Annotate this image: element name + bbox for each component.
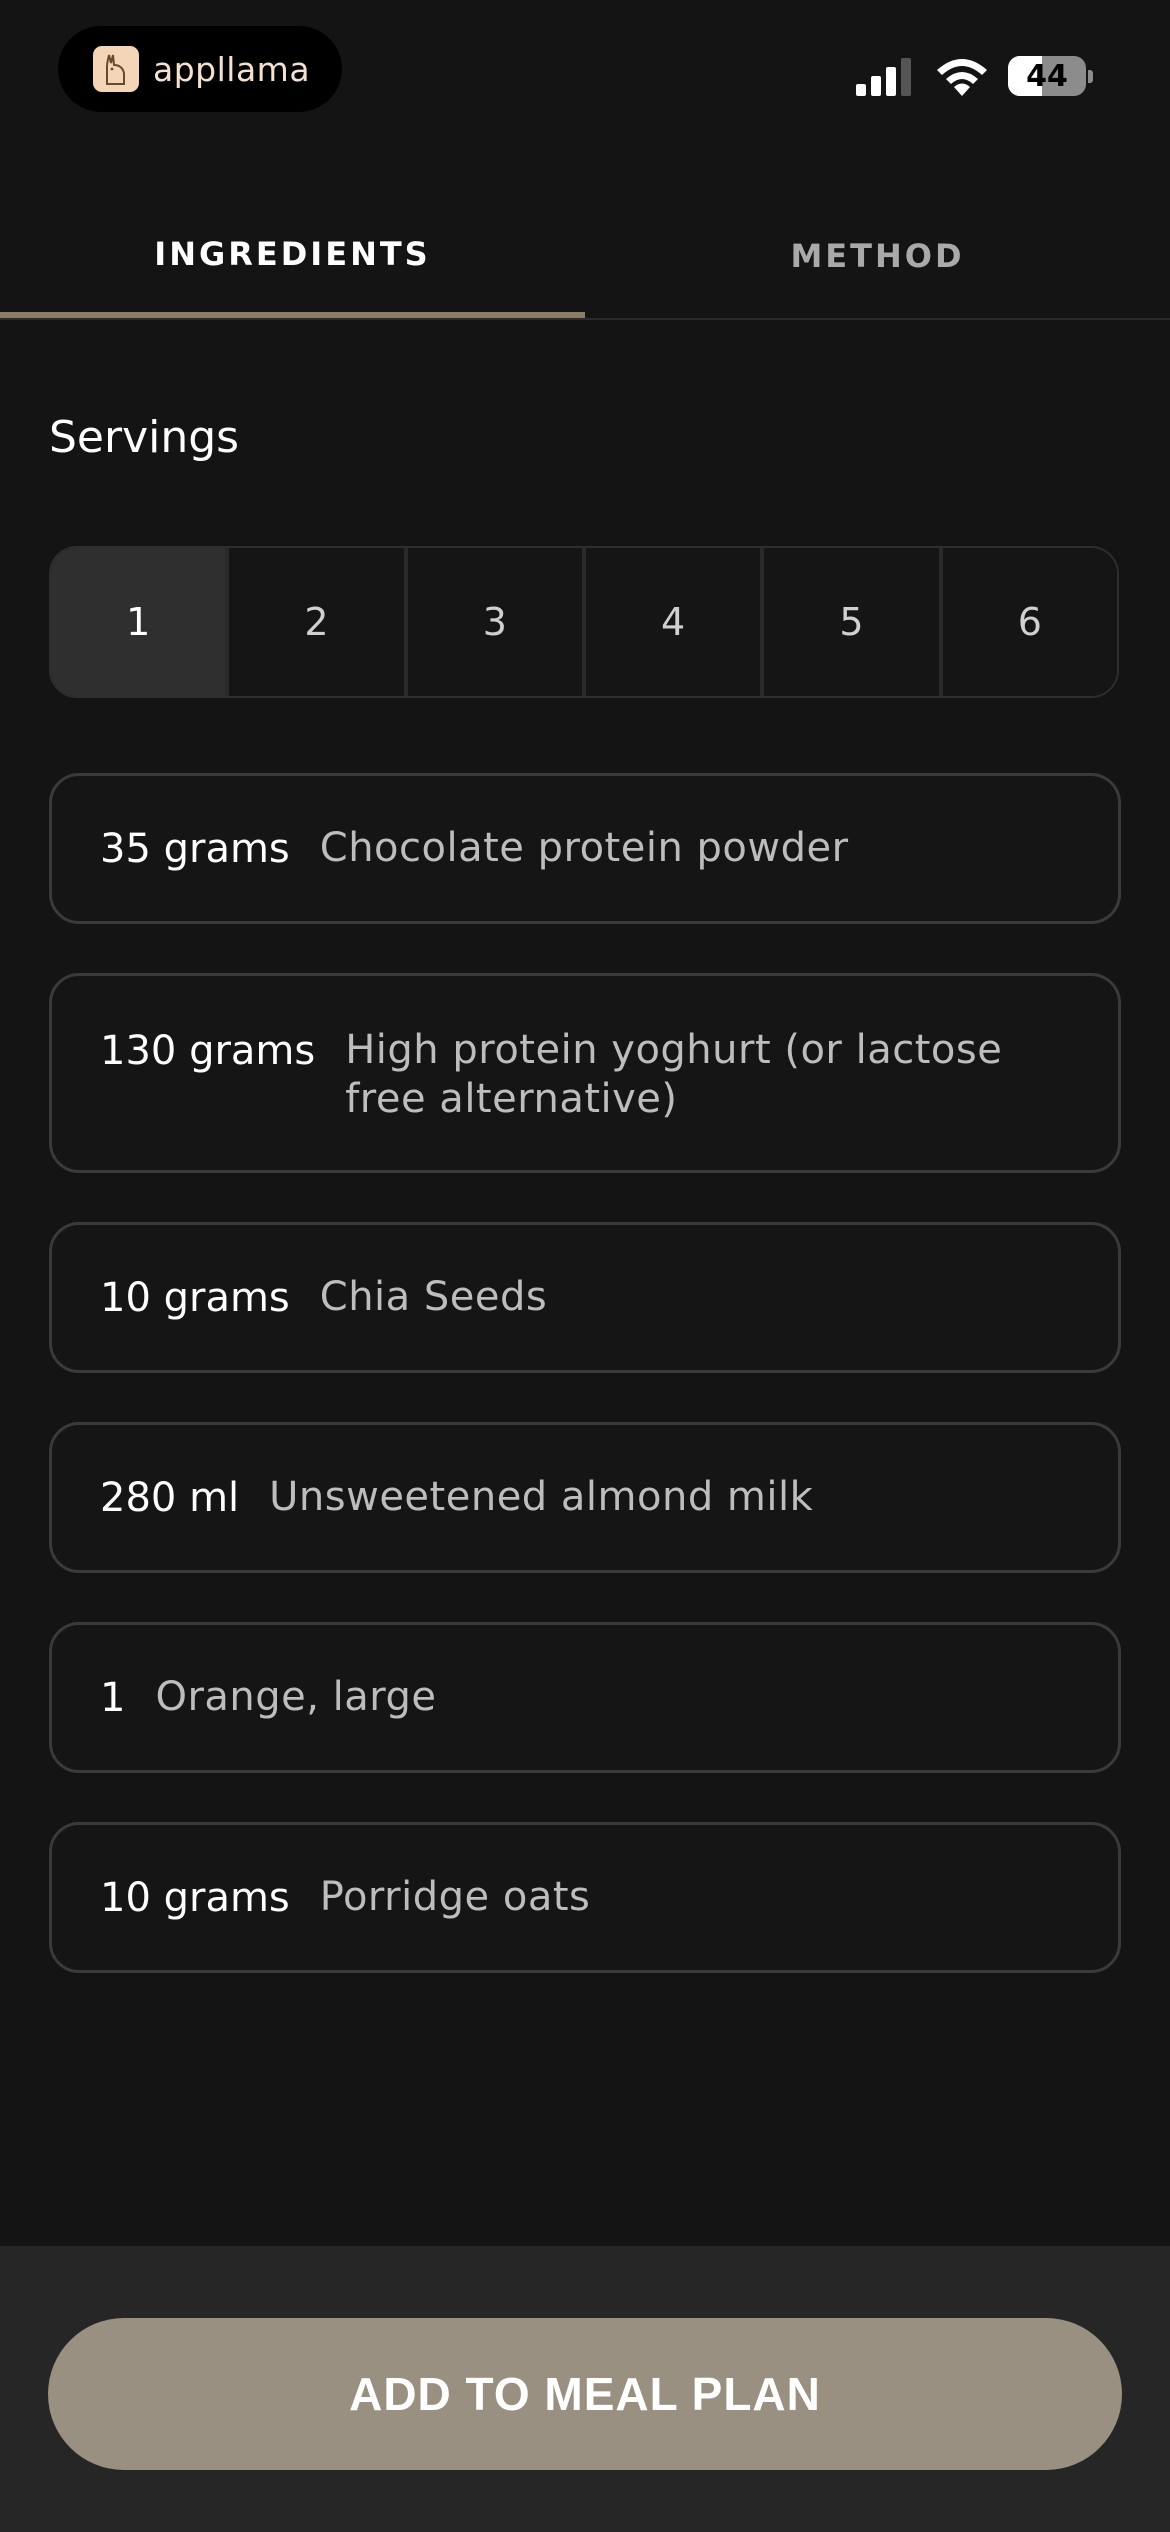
app-indicator-pill[interactable]: appllama	[58, 26, 342, 112]
ingredient-card: 35 grams Chocolate protein powder	[49, 773, 1121, 924]
serving-option-5[interactable]: 5	[764, 548, 943, 696]
app-name: appllama	[153, 49, 311, 89]
ingredient-name: Porridge oats	[319, 1874, 591, 1920]
ingredient-quantity: 10 grams	[100, 1874, 290, 1921]
status-bar: appllama 44	[0, 0, 1170, 140]
serving-option-1[interactable]: 1	[51, 548, 230, 696]
cellular-signal-icon	[856, 58, 911, 96]
serving-option-3[interactable]: 3	[407, 548, 586, 696]
ingredient-name: Chia Seeds	[319, 1274, 548, 1320]
serving-option-2[interactable]: 2	[229, 548, 408, 696]
tab-method[interactable]: METHOD	[585, 196, 1170, 316]
ingredient-quantity: 280 ml	[100, 1474, 240, 1521]
ingredient-card: 130 grams High protein yoghurt (or lacto…	[49, 973, 1121, 1173]
battery-cap	[1088, 70, 1093, 83]
ingredient-quantity: 35 grams	[100, 825, 290, 872]
battery-percentage: 44	[1026, 58, 1068, 94]
ingredient-card: 280 ml Unsweetened almond milk	[49, 1422, 1121, 1573]
battery-icon: 44	[1008, 56, 1086, 96]
serving-option-6[interactable]: 6	[942, 548, 1117, 696]
ingredient-name: Unsweetened almond milk	[269, 1474, 814, 1520]
servings-label: Servings	[49, 412, 240, 463]
serving-option-4[interactable]: 4	[585, 548, 765, 696]
ingredient-card: 1 Orange, large	[49, 1622, 1121, 1773]
ingredient-quantity: 1	[100, 1674, 126, 1721]
ingredient-card: 10 grams Chia Seeds	[49, 1222, 1121, 1373]
ingredient-quantity: 130 grams	[100, 1028, 316, 1074]
llama-logo-icon	[93, 46, 139, 92]
ingredient-quantity: 10 grams	[100, 1274, 290, 1321]
tab-ingredients[interactable]: INGREDIENTS	[0, 196, 585, 318]
wifi-icon	[937, 59, 987, 96]
ingredient-name: High protein yoghurt (or lactose free al…	[345, 1027, 1003, 1122]
servings-selector: 1 2 3 4 5 6	[49, 546, 1119, 698]
bottom-action-bar: ADD TO MEAL PLAN	[0, 2246, 1170, 2532]
ingredient-name: Orange, large	[155, 1674, 437, 1720]
tab-bar: INGREDIENTS METHOD	[0, 196, 1170, 320]
ingredient-card: 10 grams Porridge oats	[49, 1822, 1121, 1973]
ingredient-name: Chocolate protein powder	[319, 825, 849, 871]
add-to-meal-plan-button[interactable]: ADD TO MEAL PLAN	[48, 2318, 1122, 2470]
